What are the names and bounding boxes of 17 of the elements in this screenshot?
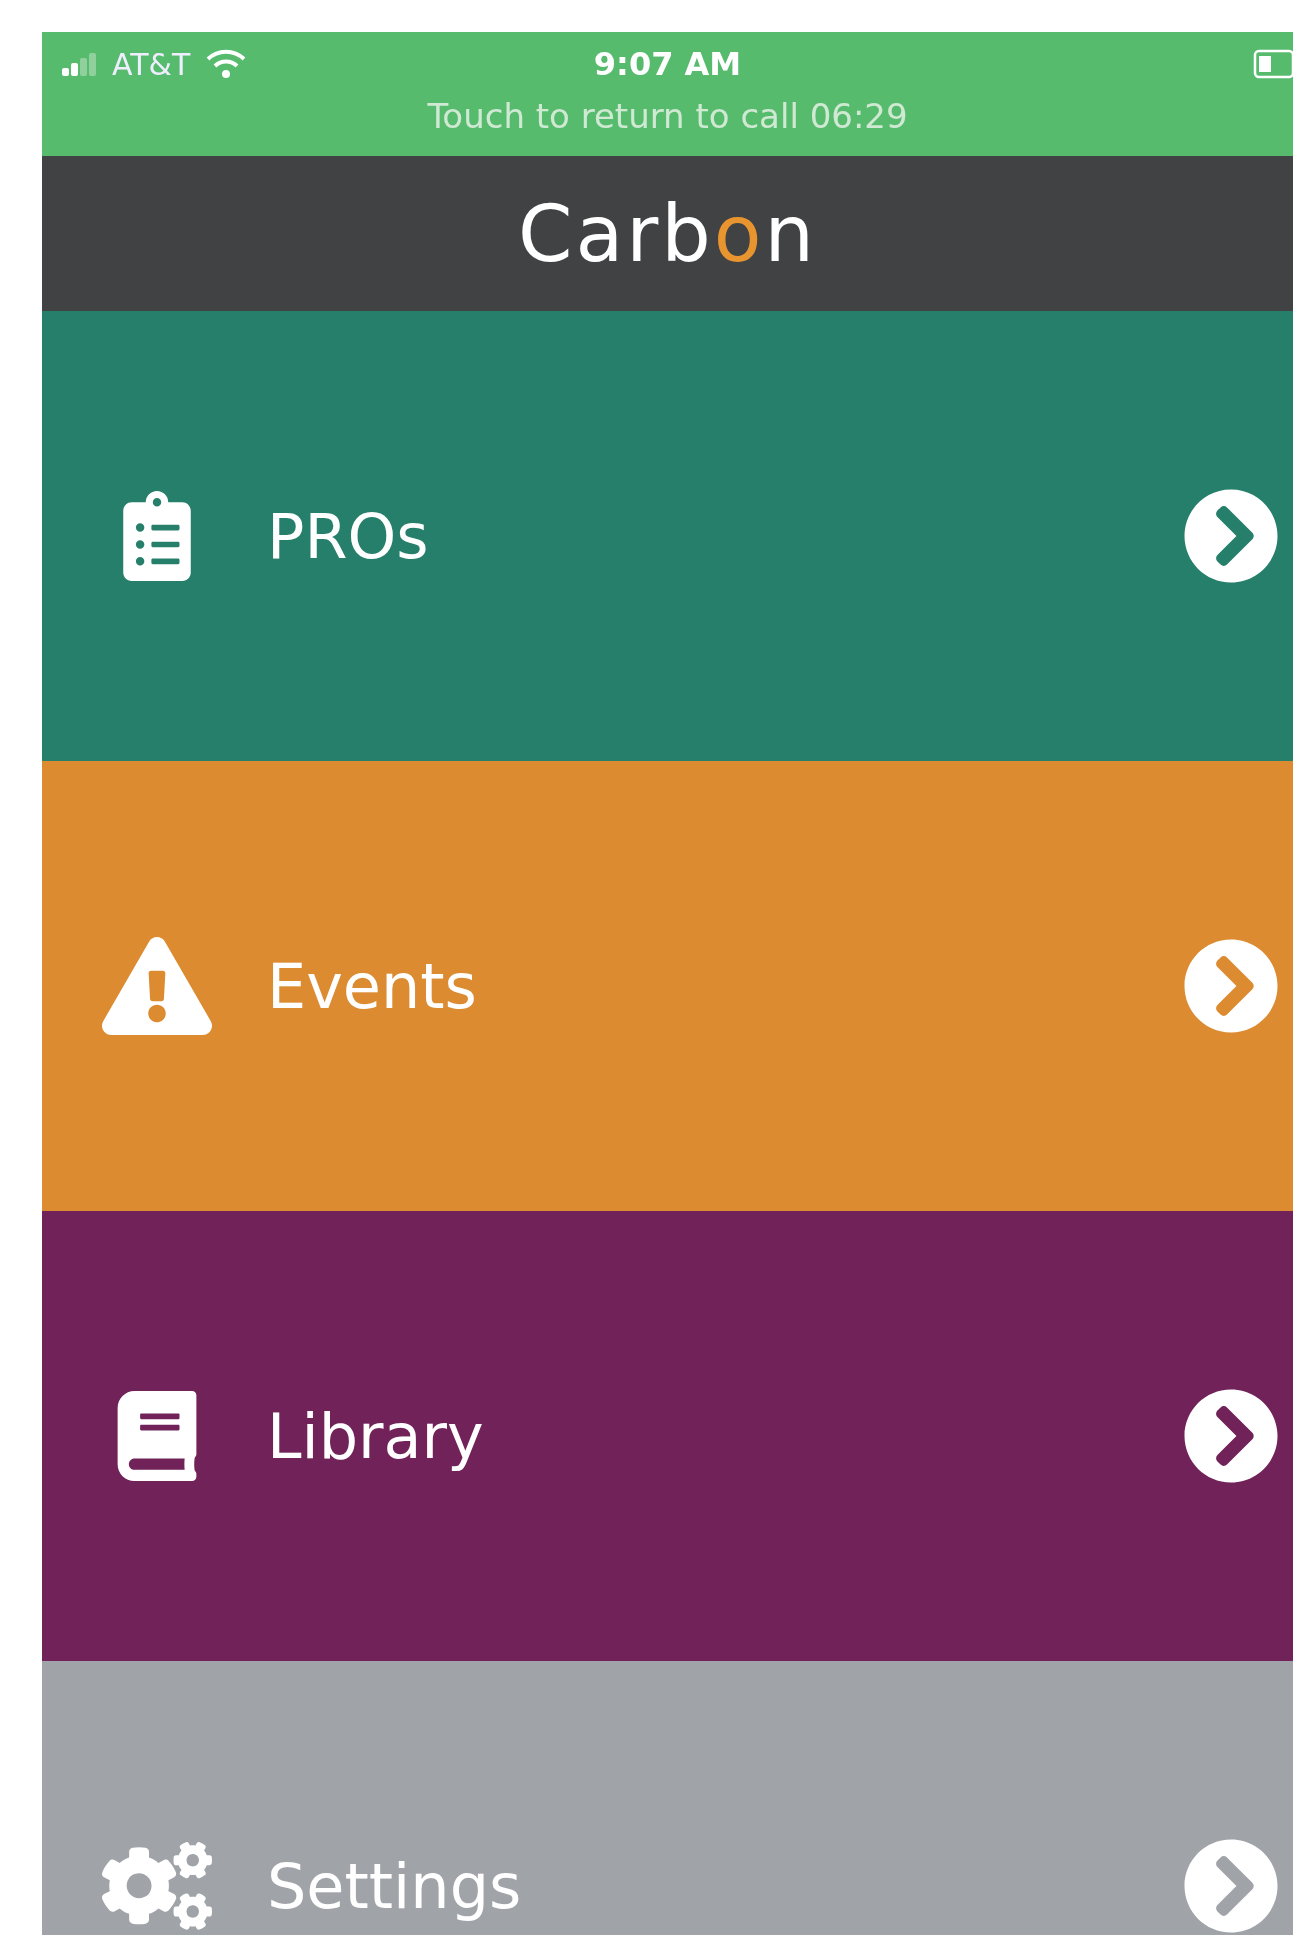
clock-time: 9:07 AM xyxy=(593,45,742,83)
menu-label: Library xyxy=(267,1399,485,1473)
battery-icon xyxy=(1253,49,1293,79)
wifi-icon xyxy=(206,49,247,79)
menu-label: Events xyxy=(267,949,478,1023)
call-banner[interactable]: Touch to return to call 06:29 xyxy=(42,96,1293,136)
chevron-right-icon[interactable] xyxy=(1183,488,1279,584)
app-logo: Carbon xyxy=(518,188,817,279)
menu-label: Settings xyxy=(267,1849,523,1923)
status-bar[interactable]: AT&T 9:07 AM Touch to return to call 06:29 xyxy=(42,32,1293,156)
menu-item[interactable]: Settings xyxy=(42,1661,1293,1935)
carrier-name: AT&T xyxy=(112,46,191,82)
menu-label: PROs xyxy=(267,499,430,573)
menu-item[interactable]: PROs xyxy=(42,311,1293,761)
chevron-right-icon[interactable] xyxy=(1183,1388,1279,1484)
menu-item[interactable]: Library xyxy=(42,1211,1293,1661)
menu-item[interactable]: Events xyxy=(42,761,1293,1211)
